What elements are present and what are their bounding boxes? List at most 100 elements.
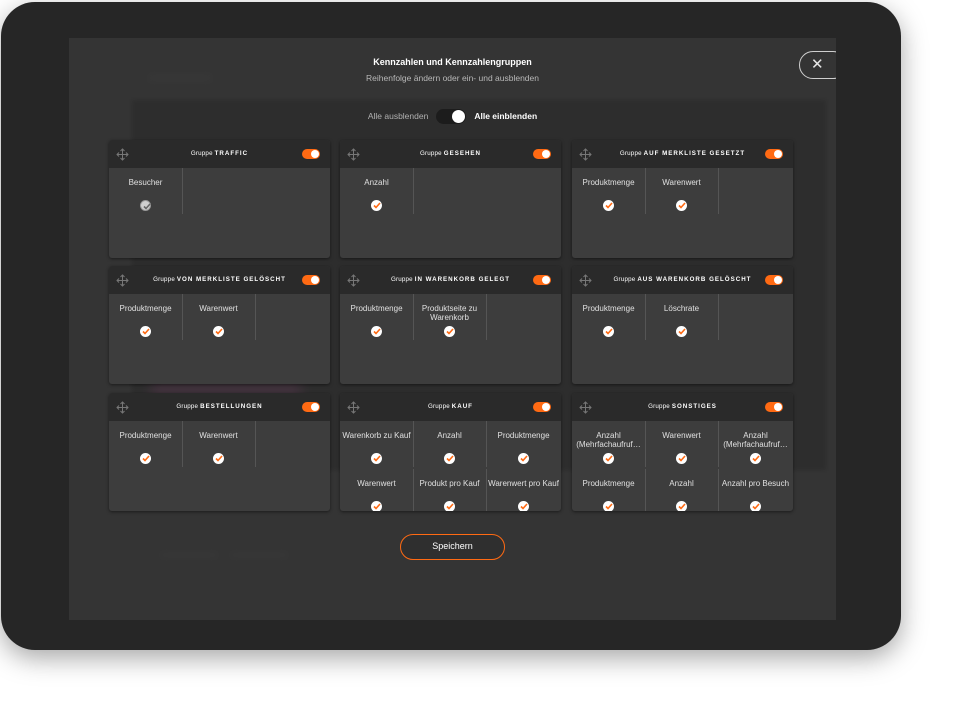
group-toggle[interactable] — [765, 402, 783, 412]
group-name: Aus Warenkorb gelöscht — [637, 276, 752, 283]
check-icon — [445, 455, 454, 462]
metric-label: Produktmenge — [350, 304, 403, 313]
group-card: Gruppe Aus Warenkorb gelöscht Produktmeng… — [572, 266, 793, 384]
metric-label: Anzahl pro Besuch — [721, 479, 790, 488]
metric-item: Warenkorb zu Kauf — [340, 421, 414, 467]
metric-checkbox[interactable] — [750, 501, 761, 511]
group-prefix: Gruppe — [619, 150, 642, 157]
group-toggle[interactable] — [765, 275, 783, 285]
metric-label: Warenwert — [662, 431, 701, 440]
metric-checkbox[interactable] — [213, 453, 224, 464]
check-icon — [214, 455, 223, 462]
metric-label: Warenwert — [357, 479, 396, 488]
group-title: Gruppe Auf Merkliste gesetzt — [572, 150, 793, 157]
metric-checkbox[interactable] — [444, 453, 455, 464]
check-icon — [604, 328, 613, 335]
group-toggle[interactable] — [302, 275, 320, 285]
metric-checkbox[interactable] — [603, 453, 614, 464]
show-all-label[interactable]: Alle einblenden — [474, 111, 537, 121]
metric-checkbox[interactable] — [750, 453, 761, 464]
metric-checkbox[interactable] — [676, 200, 687, 211]
metric-checkbox[interactable] — [444, 326, 455, 337]
group-title: Gruppe Sonstiges — [572, 403, 793, 410]
metric-label: Produktmenge — [582, 178, 635, 187]
metric-item: Warenwert — [645, 168, 719, 214]
metric-checkbox[interactable] — [371, 453, 382, 464]
toggle-knob — [311, 150, 319, 158]
metric-label: Anzahl — [669, 479, 694, 488]
group-prefix: Gruppe — [648, 403, 670, 410]
metric-checkbox[interactable] — [603, 200, 614, 211]
group-name: Auf Merkliste gesetzt — [643, 150, 746, 157]
close-button[interactable]: ✕ — [799, 51, 836, 79]
group-toggle[interactable] — [533, 402, 551, 412]
metric-item: Warenwert pro Kauf — [486, 469, 561, 511]
metric-item: Warenwert — [182, 421, 256, 467]
save-button[interactable]: Speichern — [400, 534, 505, 560]
check-icon — [604, 455, 613, 462]
hide-all-label[interactable]: Alle ausblenden — [368, 111, 429, 121]
metric-checkbox[interactable] — [444, 501, 455, 511]
metric-checkbox[interactable] — [371, 501, 382, 511]
check-icon — [677, 328, 686, 335]
metric-checkbox[interactable] — [676, 326, 687, 337]
metric-checkbox[interactable] — [371, 326, 382, 337]
metric-checkbox[interactable] — [140, 200, 151, 211]
group-toggle[interactable] — [533, 275, 551, 285]
group-title: Gruppe Gesehen — [340, 150, 561, 157]
check-icon — [372, 503, 381, 510]
metric-label: Löschrate — [663, 304, 700, 313]
toggle-knob — [774, 276, 782, 284]
group-card: Gruppe Bestellungen Produktmenge Warenwert — [109, 393, 330, 511]
metric-item: Produktmenge — [109, 294, 183, 340]
group-toggle[interactable] — [302, 402, 320, 412]
master-toggle[interactable] — [436, 108, 467, 124]
metric-label: Produktmenge — [119, 304, 172, 313]
group-toggle[interactable] — [302, 149, 320, 159]
metric-checkbox[interactable] — [676, 501, 687, 511]
group-title: Gruppe Traffic — [109, 150, 330, 157]
metric-label: Besucher — [128, 178, 163, 187]
metric-label: Warenkorb zu Kauf — [342, 431, 411, 440]
check-icon — [141, 328, 150, 335]
check-icon — [751, 503, 760, 510]
check-icon — [604, 503, 613, 510]
group-card-header: Gruppe Auf Merkliste gesetzt — [572, 140, 793, 168]
metric-label: Anzahl (Mehrfachaufruf… — [576, 431, 641, 449]
metric-checkbox[interactable] — [140, 453, 151, 464]
metric-item: Löschrate — [645, 294, 719, 340]
metric-label: Warenwert — [662, 178, 701, 187]
metric-checkbox[interactable] — [213, 326, 224, 337]
metric-checkbox[interactable] — [140, 326, 151, 337]
metric-label: Produktseite zu Warenkorb — [421, 304, 478, 322]
group-name: Kauf — [451, 403, 473, 410]
group-card: Gruppe Sonstiges Anzahl (Mehrfachaufruf… W… — [572, 393, 793, 511]
group-card: Gruppe In Warenkorb gelegt Produktmenge Pr… — [340, 266, 561, 384]
metric-checkbox[interactable] — [518, 453, 529, 464]
group-name: Gesehen — [443, 150, 482, 157]
group-toggle[interactable] — [533, 149, 551, 159]
metric-label: Produktmenge — [582, 304, 635, 313]
group-toggle[interactable] — [765, 149, 783, 159]
check-icon — [677, 503, 686, 510]
metric-label: Warenwert — [199, 304, 238, 313]
metric-checkbox[interactable] — [603, 326, 614, 337]
metric-item: Anzahl (Mehrfachaufruf… — [572, 421, 646, 467]
group-title: Gruppe Aus Warenkorb gelöscht — [572, 276, 793, 283]
metric-item: Produktmenge — [486, 421, 561, 467]
group-prefix: Gruppe — [613, 276, 636, 283]
metric-item: Besucher — [109, 168, 183, 214]
metric-checkbox[interactable] — [603, 501, 614, 511]
metric-item: Anzahl — [340, 168, 414, 214]
metric-item: Anzahl (Mehrfachaufruf… — [718, 421, 793, 467]
metric-checkbox[interactable] — [518, 501, 529, 511]
metric-item: Anzahl pro Besuch — [718, 469, 793, 511]
metric-label: Anzahl — [364, 178, 389, 187]
group-card-header: Gruppe Gesehen — [340, 140, 561, 168]
metric-item: Anzahl — [413, 421, 487, 467]
check-icon — [372, 328, 381, 335]
metric-checkbox[interactable] — [676, 453, 687, 464]
check-icon — [519, 503, 528, 510]
metric-checkbox[interactable] — [371, 200, 382, 211]
group-card-header: Gruppe Bestellungen — [109, 393, 330, 421]
